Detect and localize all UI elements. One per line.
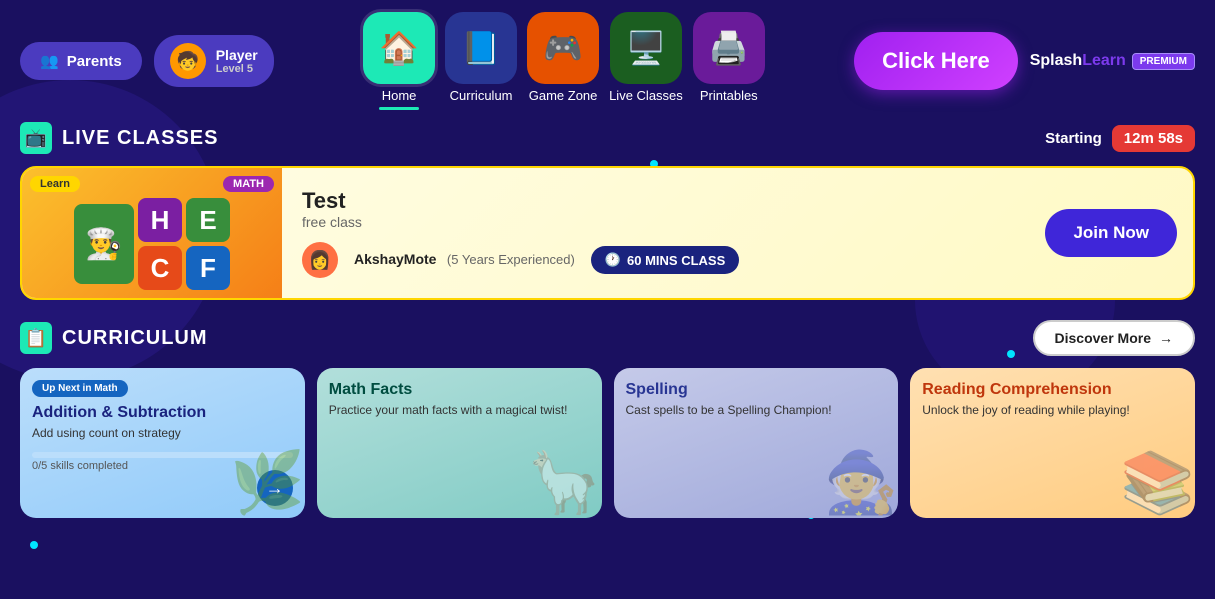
home-underline bbox=[379, 107, 419, 110]
premium-badge: PREMIUM bbox=[1132, 53, 1195, 70]
curriculum-section: 📋 CURRICULUM Discover More → Up Next in … bbox=[20, 320, 1195, 518]
arrow-right-icon: → bbox=[1159, 330, 1173, 346]
main-content: 📺 LIVE CLASSES Starting 12m 58s Learn MA… bbox=[0, 122, 1215, 518]
home-label: Home bbox=[382, 88, 417, 103]
curriculum-badge-1: Up Next in Math bbox=[32, 380, 128, 397]
class-info: Test free class 👩 AkshayMote (5 Years Ex… bbox=[282, 172, 1045, 294]
home-icon: 🏠 bbox=[379, 29, 419, 67]
nav-item-liveclasses[interactable]: 🖥️ Live Classes bbox=[609, 12, 683, 110]
curriculum-title-group: 📋 CURRICULUM bbox=[20, 322, 208, 354]
letter-block-H: H bbox=[138, 198, 182, 242]
curriculum-card-mathfacts[interactable]: Math Facts Practice your math facts with… bbox=[317, 368, 602, 518]
avatar: 🧒 bbox=[170, 43, 206, 79]
nav-item-printables[interactable]: 🖨️ Printables bbox=[693, 12, 765, 110]
nav-item-curriculum[interactable]: 📘 Curriculum bbox=[445, 12, 517, 110]
curriculum-header: 📋 CURRICULUM Discover More → bbox=[20, 320, 1195, 356]
splashlearn-text: SplashLearn bbox=[1030, 52, 1126, 70]
live-classes-section-icon: 📺 bbox=[20, 122, 52, 154]
liveclasses-label: Live Classes bbox=[609, 88, 683, 103]
liveclasses-icon-wrap: 🖥️ bbox=[610, 12, 682, 84]
player-level: Level 5 bbox=[216, 63, 258, 75]
teacher-avatar: 👩 bbox=[302, 242, 338, 278]
starting-info: Starting 12m 58s bbox=[1045, 125, 1195, 152]
live-classes-title-group: 📺 LIVE CLASSES bbox=[20, 122, 218, 154]
parents-button[interactable]: 👥 Parents bbox=[20, 42, 142, 80]
player-name: Player bbox=[216, 47, 258, 63]
nav-item-gamezone[interactable]: 🎮 Game Zone bbox=[527, 12, 599, 110]
letter-block-E: E bbox=[186, 198, 230, 242]
curriculum-subtitle-2: Practice your math facts with a magical … bbox=[317, 399, 602, 421]
player-info: Player Level 5 bbox=[216, 47, 258, 75]
clock-icon: 🕐 bbox=[605, 252, 621, 268]
discover-more-label: Discover More bbox=[1055, 330, 1151, 346]
curriculum-icon-wrap: 📘 bbox=[445, 12, 517, 84]
parents-icon: 👥 bbox=[40, 52, 59, 70]
curriculum-card-addition[interactable]: Up Next in Math Addition & Subtraction A… bbox=[20, 368, 305, 518]
printables-label: Printables bbox=[700, 88, 758, 103]
gamezone-icon-wrap: 🎮 bbox=[527, 12, 599, 84]
class-subtitle: free class bbox=[302, 214, 1025, 230]
class-thumbnail: Learn MATH 👨‍🍳 H C E F bbox=[22, 168, 282, 298]
curriculum-title-1: Addition & Subtraction bbox=[20, 403, 305, 422]
duration-text: 60 MINS CLASS bbox=[627, 253, 725, 268]
home-icon-wrap: 🏠 bbox=[363, 12, 435, 84]
curriculum-subtitle-3: Cast spells to be a Spelling Champion! bbox=[614, 399, 899, 421]
curriculum-icon: 📘 bbox=[461, 29, 501, 67]
gamezone-label: Game Zone bbox=[529, 88, 598, 103]
teacher-name: AkshayMote bbox=[354, 251, 436, 267]
curriculum-deco-4: 📚 bbox=[1120, 447, 1195, 518]
curriculum-title: CURRICULUM bbox=[62, 327, 208, 350]
curriculum-deco-3: 🧙 bbox=[824, 447, 899, 518]
letter-block-F: F bbox=[186, 246, 230, 290]
curriculum-subtitle-1: Add using count on strategy bbox=[20, 422, 305, 444]
parents-label: Parents bbox=[67, 53, 122, 70]
player-button[interactable]: 🧒 Player Level 5 bbox=[154, 35, 274, 87]
curriculum-title-2: Math Facts bbox=[317, 380, 602, 399]
teacher-exp: (5 Years Experienced) bbox=[447, 252, 575, 267]
clickhere-button[interactable]: Click Here bbox=[854, 32, 1018, 90]
timer-badge: 12m 58s bbox=[1112, 125, 1195, 152]
curriculum-section-icon: 📋 bbox=[20, 322, 52, 354]
printables-icon: 🖨️ bbox=[709, 29, 749, 67]
live-classes-header: 📺 LIVE CLASSES Starting 12m 58s bbox=[20, 122, 1195, 154]
join-now-button[interactable]: Join Now bbox=[1045, 209, 1177, 257]
class-meta: 👩 AkshayMote (5 Years Experienced) 🕐 60 … bbox=[302, 242, 1025, 278]
class-title: Test bbox=[302, 188, 1025, 214]
curriculum-label: Curriculum bbox=[450, 88, 513, 103]
letter-block-C: C bbox=[138, 246, 182, 290]
splashlearn-logo: SplashLearn PREMIUM bbox=[1030, 52, 1195, 70]
curriculum-deco-2: 🦙 bbox=[527, 447, 602, 518]
starting-label: Starting bbox=[1045, 130, 1102, 147]
curriculum-title-3: Spelling bbox=[614, 380, 899, 399]
curriculum-title-4: Reading Comprehension bbox=[910, 380, 1195, 399]
gamezone-icon: 🎮 bbox=[543, 29, 583, 67]
duration-badge: 🕐 60 MINS CLASS bbox=[591, 246, 739, 274]
printables-icon-wrap: 🖨️ bbox=[693, 12, 765, 84]
thumbnail-math-label: MATH bbox=[223, 176, 274, 192]
thumbnail-learn-label: Learn bbox=[30, 176, 80, 192]
teacher-details: AkshayMote (5 Years Experienced) bbox=[354, 251, 575, 269]
nav-item-home[interactable]: 🏠 Home bbox=[363, 12, 435, 110]
curriculum-deco-1: 🌿 bbox=[230, 447, 305, 518]
discover-more-button[interactable]: Discover More → bbox=[1033, 320, 1195, 356]
navigation: 🏠 Home 📘 Curriculum 🎮 Game Zone 🖥️ Live … bbox=[286, 12, 842, 110]
header: 👥 Parents 🧒 Player Level 5 🏠 Home 📘 Curr… bbox=[0, 0, 1215, 122]
curriculum-cards: Up Next in Math Addition & Subtraction A… bbox=[20, 368, 1195, 518]
curriculum-card-spelling[interactable]: Spelling Cast spells to be a Spelling Ch… bbox=[614, 368, 899, 518]
curriculum-subtitle-4: Unlock the joy of reading while playing! bbox=[910, 399, 1195, 421]
liveclasses-icon: 🖥️ bbox=[626, 29, 666, 67]
curriculum-card-reading[interactable]: Reading Comprehension Unlock the joy of … bbox=[910, 368, 1195, 518]
live-class-card: Learn MATH 👨‍🍳 H C E F bbox=[20, 166, 1195, 300]
live-classes-title: LIVE CLASSES bbox=[62, 127, 218, 150]
